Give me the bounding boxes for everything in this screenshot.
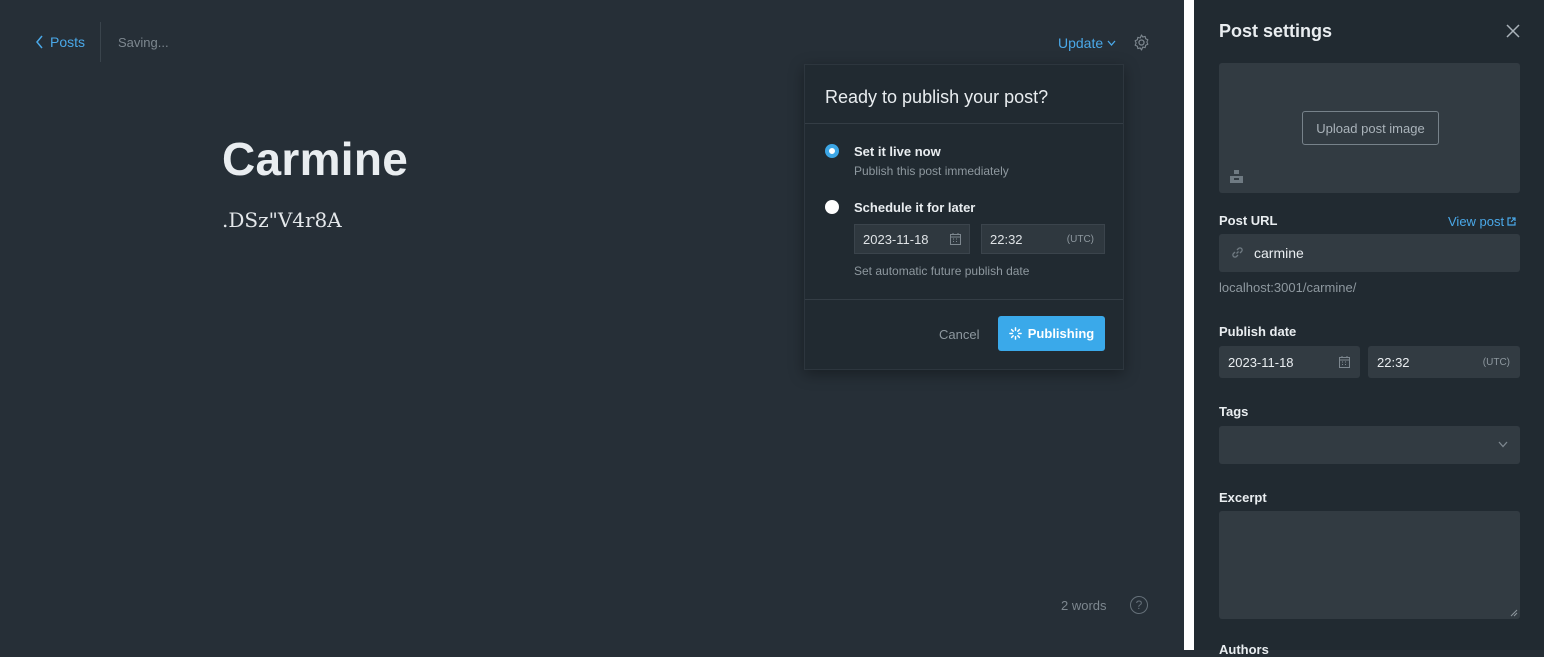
- excerpt-label: Excerpt: [1219, 490, 1267, 505]
- update-label: Update: [1058, 35, 1104, 51]
- popup-divider: [805, 123, 1123, 124]
- publish-date-input[interactable]: 2023-11-18: [1219, 346, 1360, 378]
- schedule-time-value: 22:32: [990, 231, 1023, 247]
- chevron-down-icon: [1107, 40, 1116, 46]
- save-status: Saving...: [118, 35, 169, 50]
- post-title[interactable]: Carmine: [222, 132, 408, 186]
- chevron-down-icon: [1498, 441, 1508, 448]
- calendar-icon[interactable]: [950, 233, 961, 245]
- post-url-label: Post URL: [1219, 213, 1278, 228]
- header-divider: [100, 22, 101, 62]
- editor: Posts Saving... Update Carmine .DSz"V4r8…: [0, 0, 1184, 650]
- spinner-icon: [1008, 327, 1022, 340]
- post-url-value: carmine: [1254, 245, 1304, 261]
- post-url-preview: localhost:3001/carmine/: [1219, 280, 1357, 295]
- word-count: 2 words: [1061, 598, 1107, 613]
- upload-image-button[interactable]: Upload post image: [1302, 111, 1439, 145]
- publish-button[interactable]: Publishing: [998, 316, 1105, 351]
- panel-divider: [1184, 0, 1194, 650]
- popup-divider-bottom: [805, 299, 1123, 300]
- radio-publish-now[interactable]: [825, 144, 839, 158]
- help-icon[interactable]: ?: [1130, 596, 1148, 614]
- back-to-posts-link[interactable]: Posts: [35, 34, 85, 50]
- option-now-label[interactable]: Set it live now: [854, 144, 941, 159]
- tags-select[interactable]: [1219, 426, 1520, 464]
- publish-button-label: Publishing: [1027, 326, 1095, 341]
- excerpt-textarea[interactable]: [1219, 511, 1520, 619]
- update-button[interactable]: Update: [1058, 35, 1116, 51]
- post-settings-panel: Post settings Upload post image Post URL…: [1194, 0, 1544, 657]
- close-icon[interactable]: [1506, 24, 1520, 38]
- schedule-time-input[interactable]: 22:32 (UTC): [981, 224, 1105, 254]
- settings-gear-icon[interactable]: [1132, 33, 1151, 52]
- external-link-icon: [1507, 217, 1516, 226]
- publish-popup: Ready to publish your post? Set it live …: [804, 64, 1124, 370]
- option-later-description: Set automatic future publish date: [854, 264, 1030, 278]
- option-later-label[interactable]: Schedule it for later: [854, 200, 975, 215]
- view-post-label: View post: [1448, 214, 1505, 229]
- cancel-button[interactable]: Cancel: [939, 327, 979, 342]
- resize-handle-icon[interactable]: [1510, 609, 1518, 617]
- back-link-label: Posts: [50, 34, 86, 50]
- publish-time-value: 22:32: [1377, 354, 1410, 370]
- schedule-date-input[interactable]: 2023-11-18: [854, 224, 970, 254]
- chevron-left-icon: [36, 35, 43, 49]
- link-icon: [1232, 247, 1243, 258]
- publish-date-label: Publish date: [1219, 324, 1297, 339]
- publish-date-value: 2023-11-18: [1228, 354, 1294, 370]
- post-body[interactable]: .DSz"V4r8A: [222, 208, 342, 232]
- post-image-dropzone[interactable]: Upload post image: [1219, 63, 1520, 193]
- radio-schedule-later[interactable]: [825, 200, 839, 214]
- calendar-icon[interactable]: [1339, 356, 1350, 368]
- settings-title: Post settings: [1219, 21, 1333, 41]
- tags-label: Tags: [1219, 404, 1249, 419]
- post-url-input[interactable]: carmine: [1219, 234, 1520, 272]
- publish-time-input[interactable]: 22:32 (UTC): [1368, 346, 1520, 378]
- timezone-label: (UTC): [1066, 233, 1094, 245]
- popup-title: Ready to publish your post?: [825, 87, 1049, 107]
- unsplash-icon[interactable]: [1230, 170, 1243, 183]
- option-now-description: Publish this post immediately: [854, 164, 1009, 178]
- timezone-label: (UTC): [1482, 356, 1510, 368]
- view-post-link[interactable]: View post: [1448, 214, 1516, 229]
- schedule-date-value: 2023-11-18: [863, 231, 929, 247]
